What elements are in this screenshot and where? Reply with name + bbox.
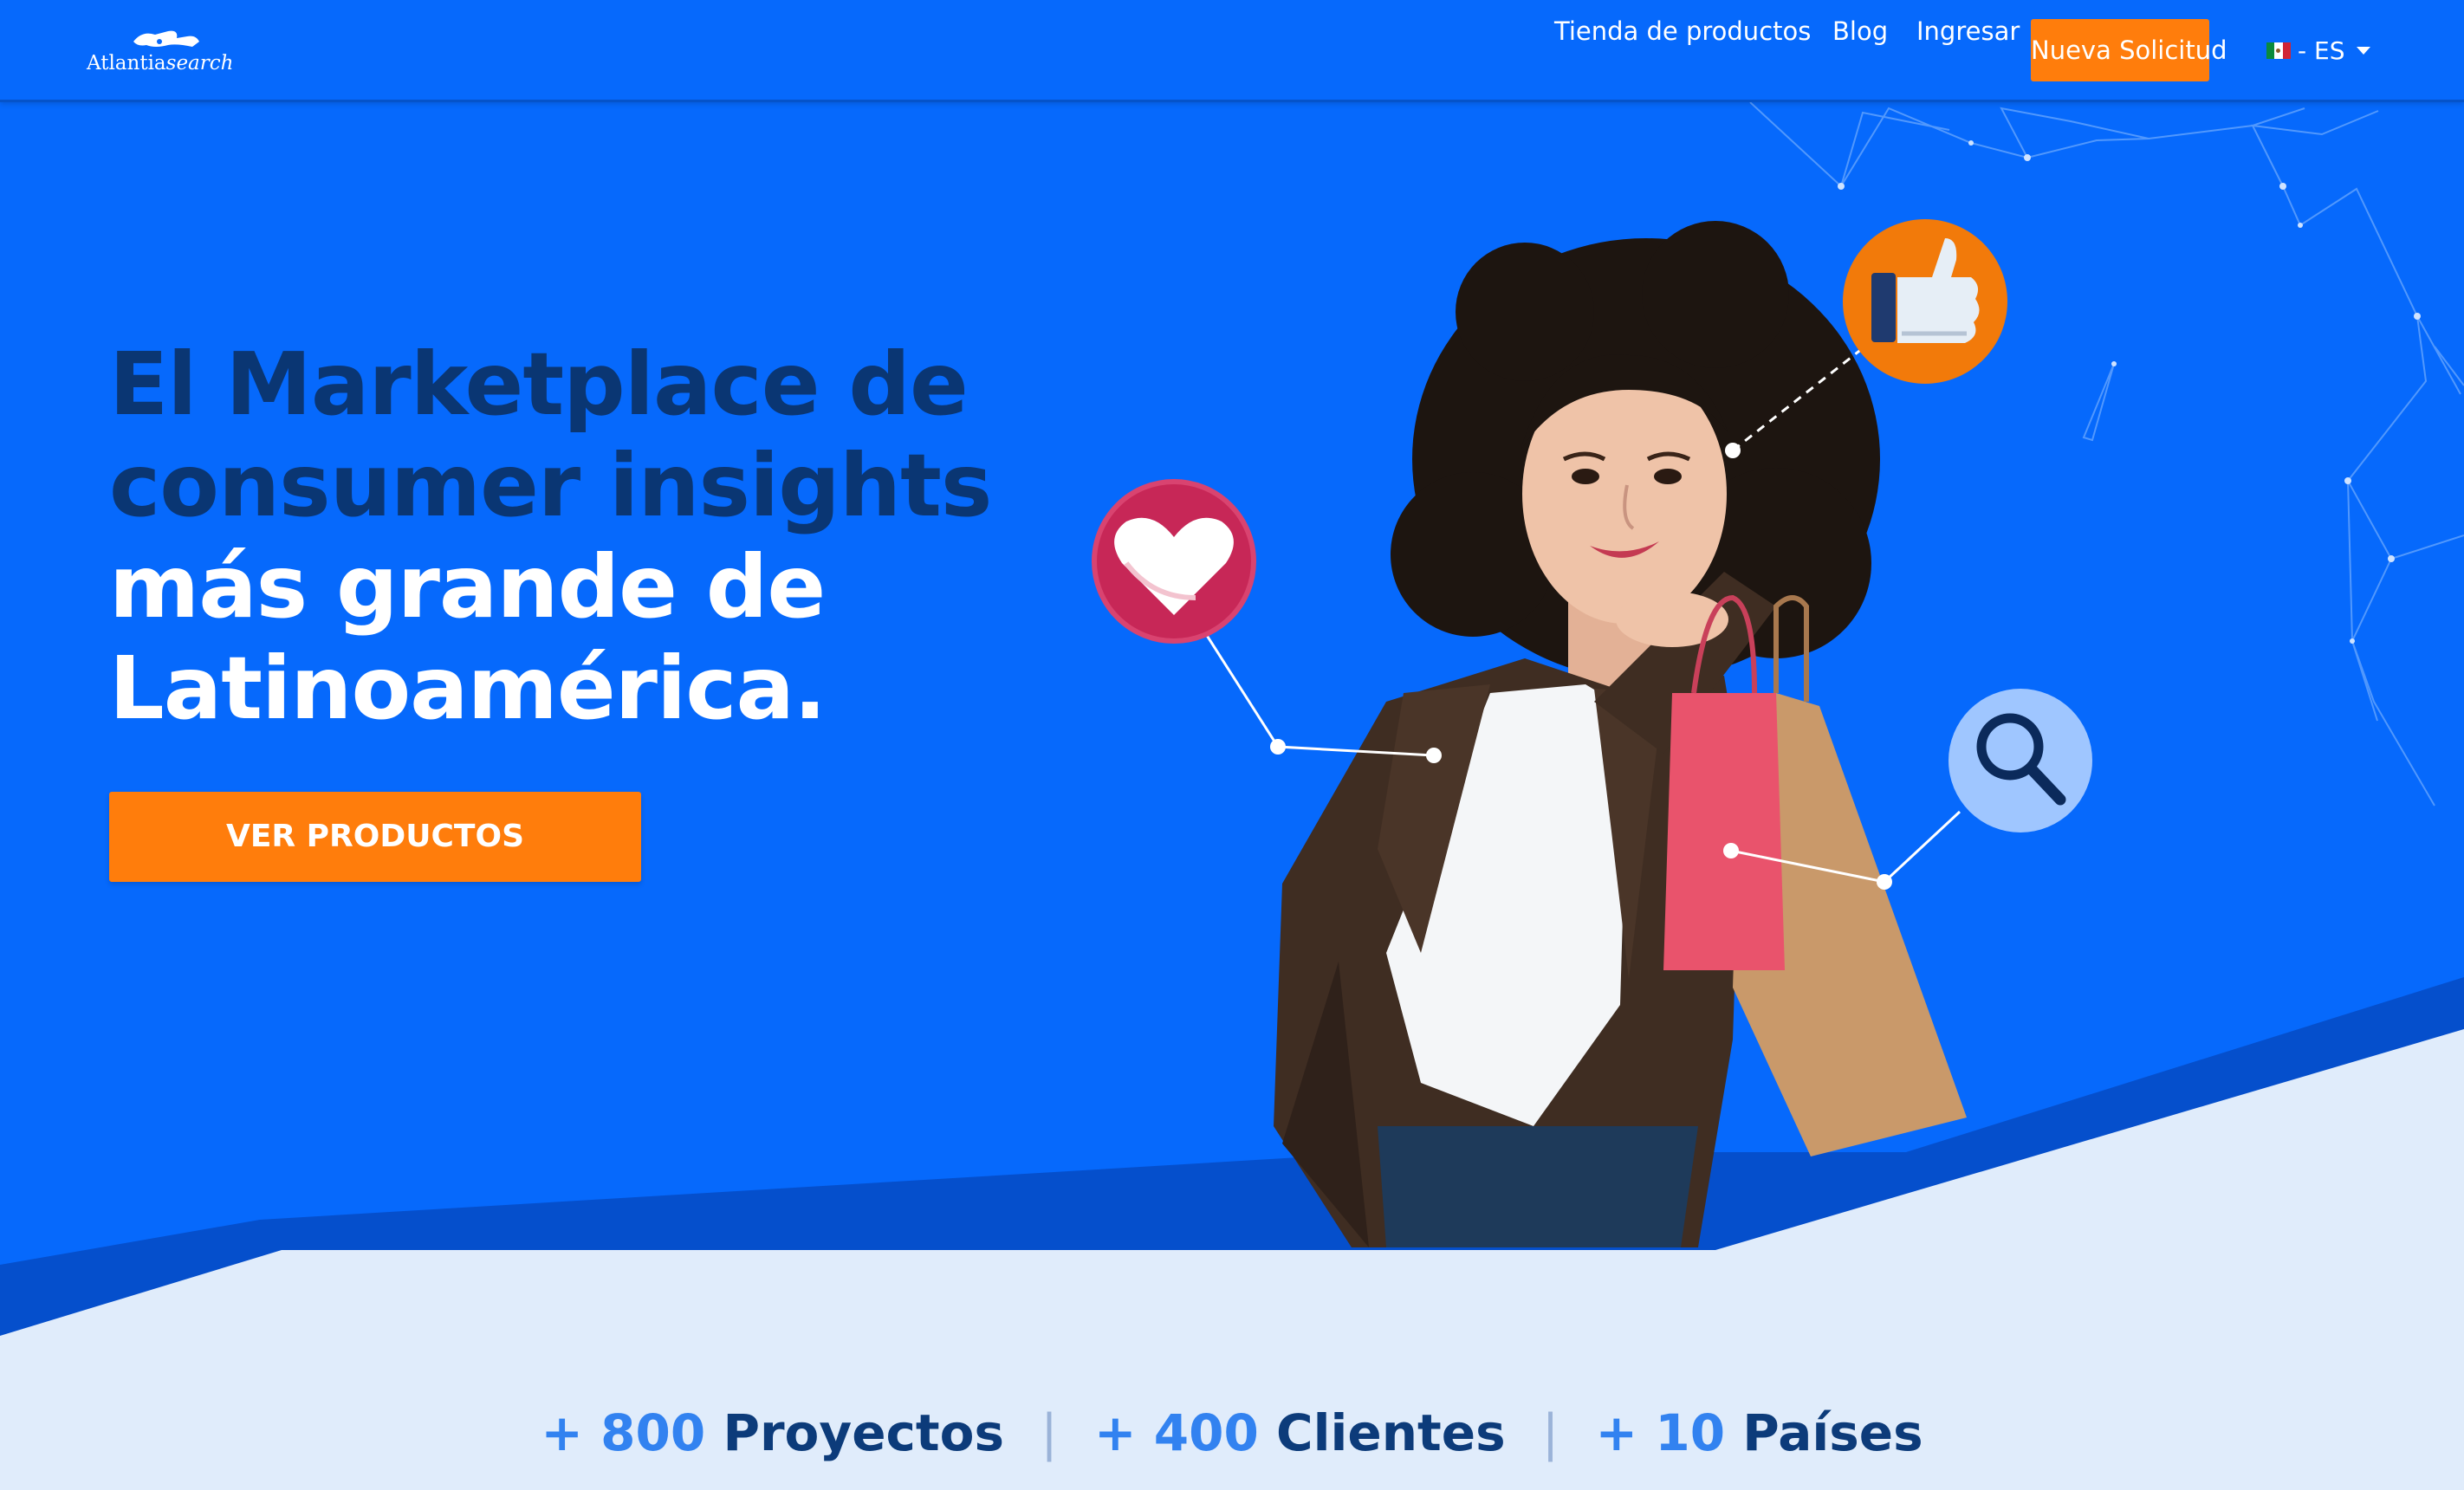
stat-clients-number: + 400 [1093, 1403, 1259, 1462]
headline-line-4: Latinoamérica. [109, 638, 827, 739]
logo-text: Atlantiasearch [87, 52, 234, 74]
nav-link-ingresar[interactable]: Ingresar [1916, 0, 2020, 62]
stat-projects-number: + 800 [541, 1403, 706, 1462]
caret-down-icon [2357, 46, 2371, 55]
stat-clients-label: Clientes [1276, 1403, 1506, 1462]
mexico-flag-icon [2266, 42, 2291, 59]
heart-icon [1092, 479, 1256, 644]
thumbs-up-icon [1843, 219, 2007, 384]
nav-link-blog[interactable]: Blog [1832, 0, 1888, 62]
hero-illustration [0, 101, 2464, 1490]
network-nodes [1838, 140, 2421, 644]
top-navbar: Atlantiasearch Tienda de productos Blog … [0, 0, 2464, 102]
headline-line-3: más grande de [109, 536, 826, 638]
language-selector[interactable]: - ES [2266, 19, 2371, 81]
nav-link-tienda[interactable]: Tienda de productos [1554, 0, 1811, 62]
search-icon [1949, 689, 2092, 832]
hero-headline: El Marketplace de consumer insights más … [109, 334, 992, 739]
stat-projects-label: Proyectos [723, 1403, 1005, 1462]
stat-countries-number: + 10 [1595, 1403, 1726, 1462]
world-map-logo-icon [133, 30, 199, 47]
stats-bar: + 800 Proyectos | + 400 Clientes | + 10 … [0, 1403, 2464, 1462]
atlantiasearch-logo[interactable]: Atlantiasearch [85, 26, 233, 78]
stat-separator: | [1041, 1403, 1058, 1462]
language-label: - ES [2298, 36, 2345, 65]
ver-productos-button[interactable]: VER PRODUCTOS [109, 792, 641, 882]
stat-countries-label: Países [1742, 1403, 1923, 1462]
nueva-solicitud-button[interactable]: Nueva Solicitud [2031, 19, 2227, 81]
headline-line-1: El Marketplace de [109, 334, 969, 435]
headline-line-2: consumer insights [109, 435, 992, 536]
stat-separator: | [1541, 1403, 1559, 1462]
